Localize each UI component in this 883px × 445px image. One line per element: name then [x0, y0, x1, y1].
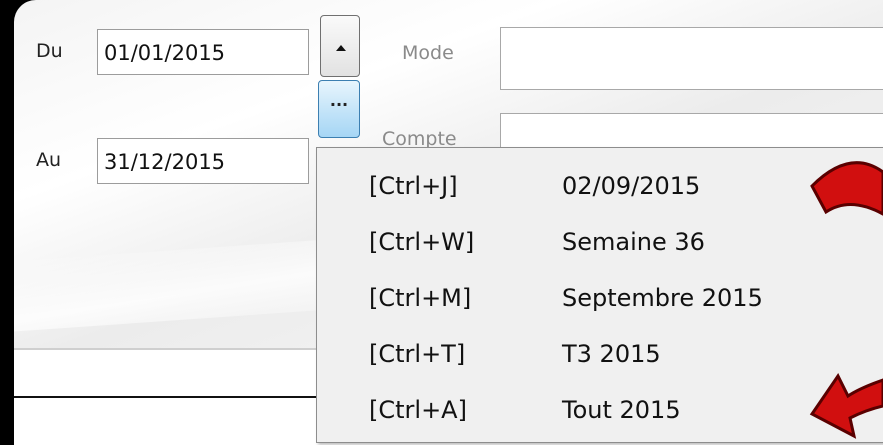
date-filter-window: Du 01/01/2015 Au 31/12/2015 ... Mode Com…: [0, 0, 883, 445]
pointing-arrow-icon: [809, 373, 883, 439]
